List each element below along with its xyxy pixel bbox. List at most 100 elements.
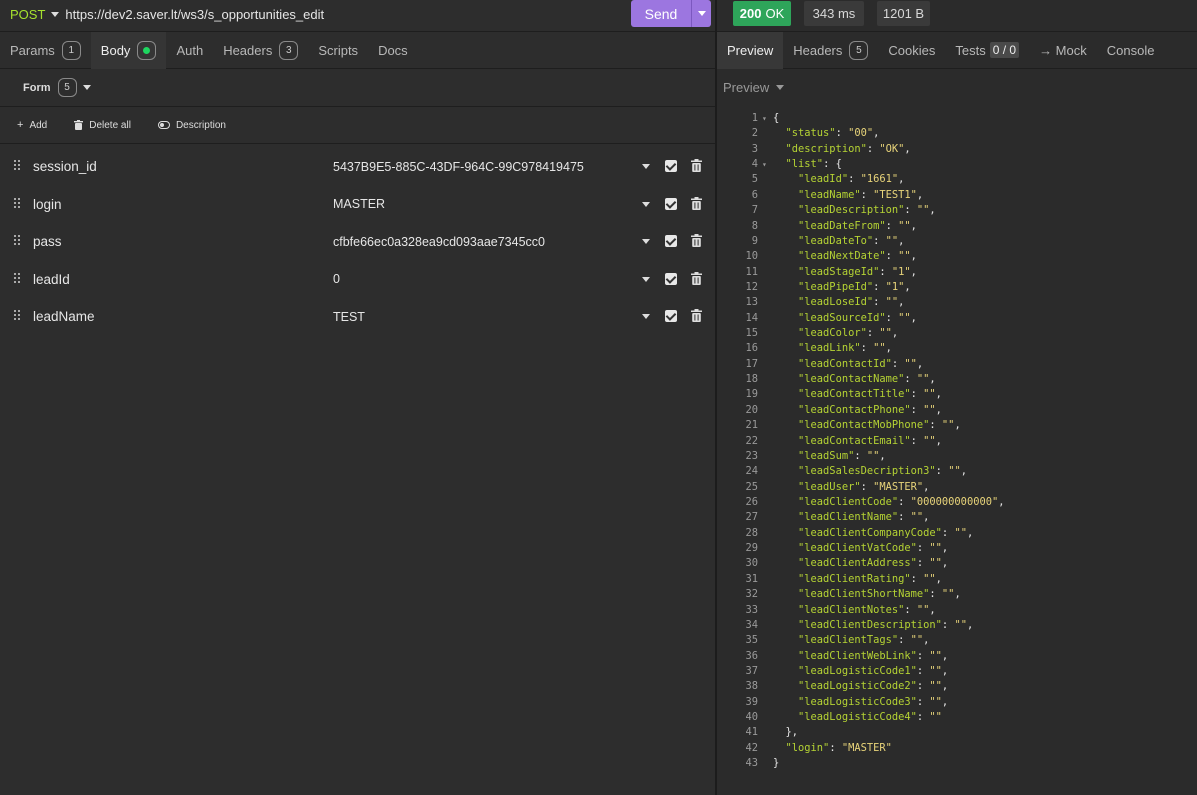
- json-punctuation: [773, 435, 798, 447]
- param-value-input[interactable]: MASTER: [333, 197, 385, 211]
- drag-handle-icon[interactable]: [14, 272, 22, 285]
- json-punctuation: },: [773, 726, 799, 739]
- json-punctuation: [773, 189, 798, 201]
- json-punctuation: :: [898, 511, 911, 524]
- chevron-down-icon[interactable]: [82, 85, 91, 90]
- tab-mock[interactable]: → Mock: [1029, 32, 1097, 69]
- json-value: "": [929, 649, 942, 662]
- tab-response-headers[interactable]: Headers 5: [783, 32, 878, 69]
- json-value: "": [954, 526, 967, 539]
- trash-icon[interactable]: [691, 309, 702, 322]
- status-badge: [137, 40, 157, 60]
- param-name-input[interactable]: login: [33, 197, 62, 212]
- tab-scripts[interactable]: Scripts: [308, 32, 368, 69]
- json-value: "": [929, 557, 942, 570]
- line-number: 6: [751, 188, 758, 201]
- tab-console[interactable]: Console: [1097, 32, 1165, 69]
- json-key: "leadClientNotes": [798, 603, 905, 616]
- count-badge: 5: [57, 78, 77, 97]
- tab-params[interactable]: Params 1: [0, 32, 91, 69]
- code-text: "login": "MASTER": [773, 741, 892, 756]
- json-key: "leadContactId": [798, 357, 892, 370]
- param-value-input[interactable]: cfbfe66ec0a328ea9cd093aae7345cc0: [333, 235, 545, 249]
- tab-body[interactable]: Body: [90, 31, 167, 69]
- enabled-checkbox[interactable]: [665, 272, 677, 285]
- code-text: "leadLogisticCode2": "",: [773, 679, 948, 694]
- description-toggle[interactable]: Description: [157, 120, 226, 131]
- param-row: pass cfbfe66ec0a328ea9cd093aae7345cc0: [5, 223, 715, 261]
- json-punctuation: [773, 557, 798, 569]
- chevron-down-icon[interactable]: [698, 11, 706, 16]
- line-number: 18: [745, 373, 758, 386]
- trash-icon[interactable]: [691, 271, 702, 285]
- code-line: 6 "leadName": "TEST1",: [717, 188, 1197, 203]
- send-button-label[interactable]: Send: [631, 6, 691, 22]
- trash-icon[interactable]: [691, 196, 702, 210]
- param-value-input[interactable]: 0: [333, 272, 340, 286]
- chevron-down-icon[interactable]: [642, 201, 650, 207]
- param-name-input[interactable]: leadName: [33, 309, 95, 324]
- tab-docs[interactable]: Docs: [368, 32, 418, 69]
- chevron-down-icon[interactable]: [642, 164, 650, 169]
- drag-handle-icon[interactable]: [14, 160, 22, 172]
- code-line: 22 "leadContactEmail": "",: [717, 434, 1197, 449]
- trash-icon[interactable]: [691, 234, 702, 247]
- enabled-checkbox[interactable]: [665, 235, 677, 247]
- response-body-viewer[interactable]: 1 ▾{2 "status": "00", 3 "description": "OK…: [717, 111, 1197, 771]
- line-number: 21: [745, 419, 758, 432]
- chevron-down-icon[interactable]: [642, 239, 650, 244]
- chevron-down-icon[interactable]: [642, 276, 650, 282]
- body-type-label[interactable]: Form: [23, 82, 51, 94]
- enabled-checkbox[interactable]: [665, 310, 677, 322]
- code-line: 43}: [717, 756, 1197, 771]
- param-value-input[interactable]: TEST: [333, 310, 365, 324]
- json-punctuation: [773, 358, 798, 370]
- code-line: 9 "leadDateTo": "",: [717, 234, 1197, 249]
- url-bar: POST https://dev2.saver.lt/ws3/s_opportu…: [0, 0, 715, 28]
- send-button[interactable]: Send: [631, 0, 711, 27]
- tab-headers[interactable]: Headers 3: [213, 32, 308, 69]
- param-name-input[interactable]: pass: [33, 234, 62, 249]
- tab-tests[interactable]: Tests 0 / 0: [945, 32, 1029, 69]
- code-text: "leadDateFrom": "",: [773, 219, 917, 234]
- url-input[interactable]: https://dev2.saver.lt/ws3/s_opportunitie…: [65, 7, 324, 22]
- line-number: 11: [745, 265, 758, 278]
- json-value: "": [923, 434, 936, 447]
- code-line: 24 "leadSalesDecription3": "",: [717, 464, 1197, 479]
- param-value-input[interactable]: 5437B9E5-885C-43DF-964C-99C978419475: [333, 160, 584, 174]
- fold-chevron-icon[interactable]: ▾: [762, 157, 767, 172]
- drag-handle-icon[interactable]: [14, 197, 22, 210]
- code-line: 4 ▾ "list": {: [717, 157, 1197, 172]
- add-button[interactable]: + Add: [17, 119, 47, 131]
- json-punctuation: ,: [923, 511, 930, 524]
- param-name-input[interactable]: session_id: [33, 159, 97, 174]
- json-punctuation: [773, 711, 798, 723]
- code-text: "leadLogisticCode1": "",: [773, 664, 948, 679]
- tab-label: Docs: [378, 42, 408, 58]
- enabled-checkbox[interactable]: [665, 160, 677, 172]
- tab-cookies[interactable]: Cookies: [878, 32, 945, 69]
- enabled-checkbox[interactable]: [665, 197, 677, 210]
- chevron-down-icon[interactable]: [642, 314, 650, 319]
- code-text: "leadClientWebLink": "",: [773, 649, 948, 664]
- tab-label: Params: [10, 42, 55, 58]
- code-text: "leadLink": "",: [773, 341, 892, 356]
- trash-icon[interactable]: [691, 159, 702, 172]
- tab-auth[interactable]: Auth: [166, 32, 213, 69]
- line-number: 33: [745, 603, 758, 616]
- preview-mode-selector[interactable]: Preview: [723, 80, 785, 95]
- param-name-input[interactable]: leadId: [33, 272, 70, 287]
- method-selector[interactable]: POST: [10, 7, 45, 22]
- json-value: "": [941, 588, 955, 601]
- delete-all-button[interactable]: Delete all: [74, 120, 131, 131]
- fold-chevron-icon[interactable]: ▾: [762, 111, 767, 126]
- chevron-down-icon[interactable]: [51, 11, 60, 17]
- drag-handle-icon[interactable]: [14, 310, 22, 322]
- status-badge: 200 OK: [733, 1, 791, 26]
- request-pane: POST https://dev2.saver.lt/ws3/s_opportu…: [0, 0, 715, 795]
- tab-preview[interactable]: Preview: [717, 31, 784, 69]
- drag-handle-icon[interactable]: [14, 235, 22, 247]
- json-punctuation: ,: [910, 219, 917, 232]
- line-number: 38: [745, 680, 758, 693]
- json-value: "": [923, 388, 936, 401]
